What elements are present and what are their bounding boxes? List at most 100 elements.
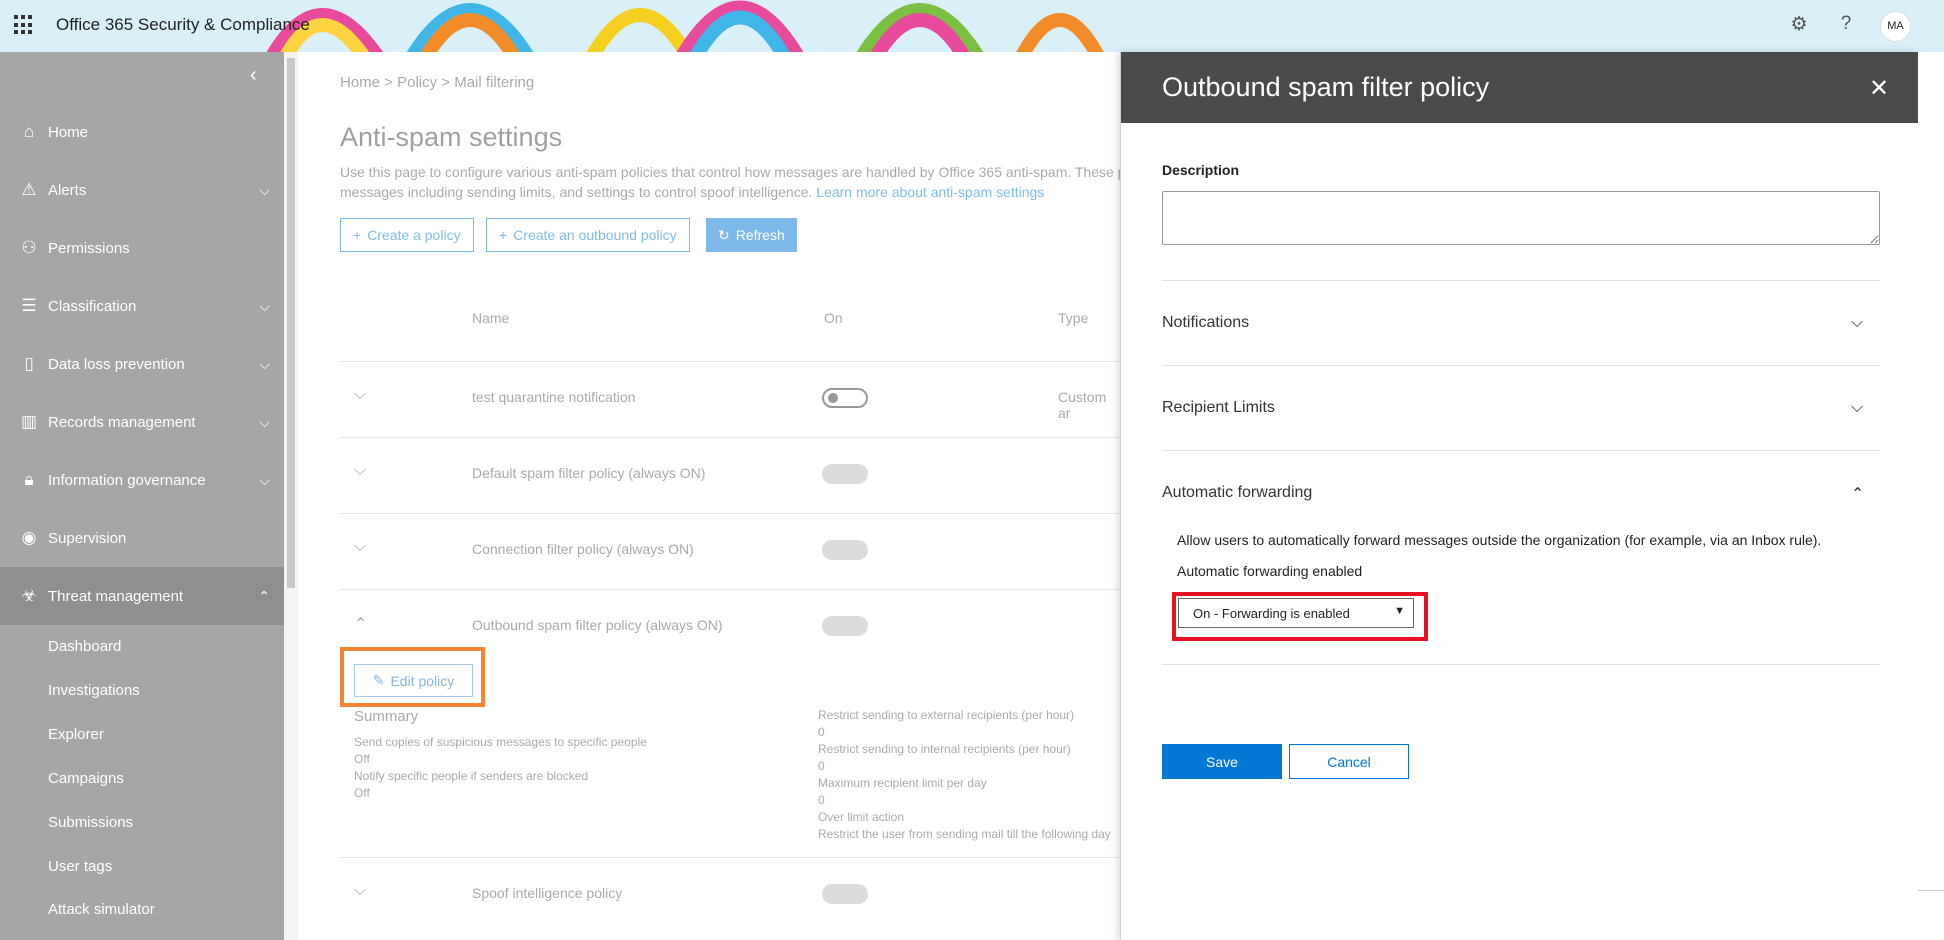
row-divider [340,361,1120,362]
chevron-down-icon: ⌵ [259,181,270,198]
chart-icon: ▥ [20,412,38,431]
page-title: Anti-spam settings [340,122,563,152]
refresh-icon: ↻ [718,226,730,243]
app-title: Office 365 Security & Compliance [56,15,310,34]
chevron-down-icon[interactable]: ⌵ [1851,314,1863,332]
avatar[interactable]: MA [1880,11,1911,42]
save-button[interactable]: Save [1162,744,1282,779]
row-divider [340,589,1120,590]
biohazard-icon: ☣ [21,586,37,605]
sidebar-item-information-governance[interactable]: 🔒︎ Information governance ⌵ [0,451,284,509]
notifications-section[interactable]: Notifications [1162,314,1249,332]
sidebar-item-permissions[interactable]: ⚇ Permissions [0,219,284,277]
header-rainbow-art [266,0,1104,52]
auto-forward-label: Automatic forwarding enabled [1177,563,1363,579]
scrollbar-thumb[interactable] [287,58,295,588]
table-row-name[interactable]: Default spam filter policy (always ON) [472,465,705,481]
auto-forward-description: Allow users to automatically forward mes… [1177,532,1822,548]
question-icon[interactable]: ? [1834,13,1858,35]
sidebar-subitem-explorer[interactable]: Explorer [48,726,104,743]
collapse-chevron-icon[interactable]: ‹ [250,64,257,87]
main-content: Home > Policy > Mail filtering Anti-spam… [298,52,1125,940]
sidebar-item-records-management[interactable]: ▥ Records management ⌵ [0,393,284,451]
section-divider [1162,280,1880,281]
policy-toggle [822,540,868,560]
policy-toggle [822,884,868,904]
chevron-down-icon[interactable]: ⌵ [354,462,366,480]
summary-title: Summary [354,708,419,725]
row-divider [340,857,1120,858]
automatic-forwarding-section[interactable]: Automatic forwarding [1162,484,1312,502]
pencil-icon: ✎ [372,672,385,688]
sidebar-item-alerts[interactable]: ⚠ Alerts ⌵ [0,161,284,219]
create-policy-button[interactable]: + Create a policy [340,218,474,252]
sidebar-subitem-submissions[interactable]: Submissions [48,814,133,831]
chevron-down-icon[interactable]: ⌵ [1851,399,1863,417]
sidebar-scrollbar[interactable] [284,52,298,940]
plus-icon: + [353,227,362,243]
cancel-button[interactable]: Cancel [1289,744,1409,779]
table-row-name[interactable]: Spoof intelligence policy [472,885,622,901]
chevron-down-icon: ⌵ [259,297,270,314]
panel-header: Outbound spam filter policy ✕ [1121,52,1919,123]
sidebar-subitem-campaigns[interactable]: Campaigns [48,770,124,787]
gear-icon[interactable]: ⚙ [1787,13,1811,36]
table-row-name[interactable]: Connection filter policy (always ON) [472,541,694,557]
learn-more-link[interactable]: Learn more about anti-spam settings [816,184,1044,200]
policy-toggle[interactable] [822,388,868,408]
sidebar-item-threat-management[interactable]: ☣ Threat management ⌃ [0,567,284,625]
edit-policy-button[interactable]: ✎ Edit policy [354,664,473,697]
chevron-up-icon: ⌃ [258,587,270,604]
sidebar-item-supervision[interactable]: ◉ Supervision [0,509,284,567]
policy-toggle [822,616,868,636]
chevron-up-icon[interactable]: ⌃ [354,614,367,634]
chevron-down-icon[interactable]: ⌵ [354,538,366,556]
row-divider [340,513,1120,514]
summary-left: Send copies of suspicious messages to sp… [354,735,647,800]
sidebar-subitem-dashboard[interactable]: Dashboard [48,638,121,655]
document-lock-icon: ▯ [24,354,34,373]
column-header-name[interactable]: Name [472,310,509,326]
description-field[interactable] [1162,191,1880,245]
outbound-policy-panel: Outbound spam filter policy ✕ Descriptio… [1120,52,1919,940]
section-divider [1162,450,1880,451]
app-launcher-icon[interactable] [14,15,34,35]
create-outbound-policy-button[interactable]: + Create an outbound policy [486,218,690,252]
column-header-on[interactable]: On [824,310,843,326]
chevron-down-icon[interactable]: ⌵ [354,882,366,900]
sidebar-item-classification[interactable]: ☰ Classification ⌵ [0,277,284,335]
sidebar: ‹ ⌂ Home ⚠ Alerts ⌵ ⚇ Permissions ☰ Clas… [0,52,284,940]
chevron-down-icon: ⌵ [259,471,270,488]
section-divider [1162,664,1880,665]
sidebar-item-data-loss-prevention[interactable]: ▯ Data loss prevention ⌵ [0,335,284,393]
sidebar-subitem-attack-simulator[interactable]: Attack simulator [48,901,155,918]
sidebar-subitem-user-tags[interactable]: User tags [48,858,112,875]
description-label: Description [1162,162,1240,178]
recipient-limits-section[interactable]: Recipient Limits [1162,399,1275,417]
people-icon: ⚇ [21,238,37,257]
right-edge [1918,52,1944,940]
page-description: Use this page to configure various anti-… [340,164,1126,200]
list-icon: ☰ [21,296,37,315]
sidebar-subitem-investigations[interactable]: Investigations [48,682,140,699]
table-row-type: Custom ar [1058,389,1107,421]
sidebar-item-home[interactable]: ⌂ Home [0,103,284,161]
chevron-down-icon: ⌵ [259,355,270,372]
panel-title: Outbound spam filter policy [1162,72,1490,102]
chevron-down-icon[interactable]: ⌵ [354,386,366,404]
summary-right: Restrict sending to external recipients … [818,708,1111,841]
column-header-type[interactable]: Type [1058,310,1088,326]
table-row-name[interactable]: test quarantine notification [472,389,635,405]
auto-forward-select[interactable]: On - Forwarding is enabled ▼ [1178,598,1414,628]
refresh-button[interactable]: ↻ Refresh [706,218,797,252]
breadcrumb[interactable]: Home > Policy > Mail filtering [340,74,534,91]
policy-toggle [822,464,868,484]
warning-icon: ⚠ [21,180,37,199]
table-row-name[interactable]: Outbound spam filter policy (always ON) [472,617,723,633]
plus-icon: + [499,227,508,243]
row-divider [340,437,1120,438]
home-icon: ⌂ [23,122,35,141]
close-icon[interactable]: ✕ [1869,74,1889,103]
eye-icon: ◉ [21,528,37,547]
chevron-up-icon[interactable]: ⌃ [1851,484,1864,504]
